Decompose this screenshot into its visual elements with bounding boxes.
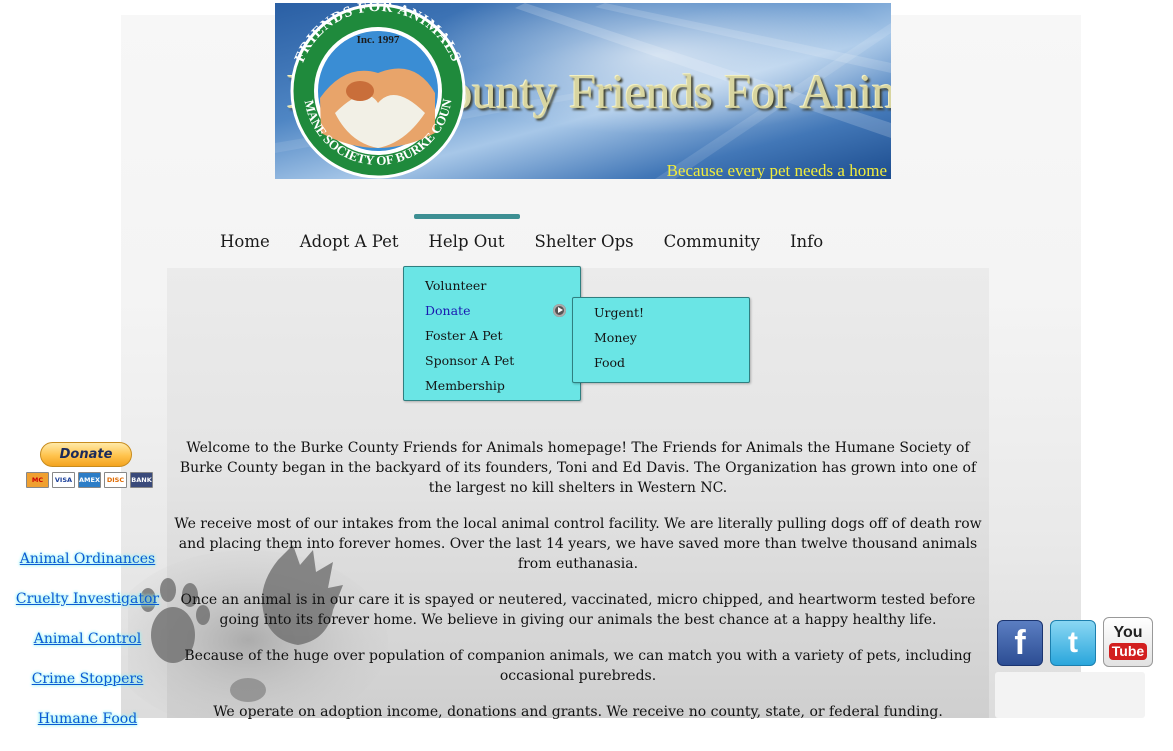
menu-item-sponsor-a-pet[interactable]: Sponsor A Pet [404,348,580,373]
link-animal-control[interactable]: Animal Control [0,631,175,671]
link-animal-ordinances[interactable]: Animal Ordinances [0,551,175,591]
menu-item-donate-label: Donate [425,303,471,318]
submenu-item-urgent[interactable]: Urgent! [573,300,749,325]
nav-shelter-ops[interactable]: Shelter Ops [520,214,649,259]
intro-paragraph: Welcome to the Burke County Friends for … [179,440,977,496]
sidebar-links: Animal Ordinances Cruelty Investigator A… [0,551,175,751]
nav-help-out[interactable]: Help Out [413,214,520,259]
paypal-donate-button[interactable]: Donate [40,442,132,467]
payment-cards: MC VISA AMEX DISC BANK [26,472,153,488]
submenu-arrow-icon [553,304,566,317]
twitter-icon[interactable]: t [1050,620,1096,666]
care-paragraph: Once an animal is in our care it is spay… [180,592,976,628]
youtube-tube-text: Tube [1108,642,1148,660]
menu-item-volunteer[interactable]: Volunteer [404,273,580,298]
link-humane-food[interactable]: Humane Food [0,711,175,751]
nav-community[interactable]: Community [649,214,775,259]
youtube-you-text: You [1113,623,1143,641]
nav-adopt-a-pet[interactable]: Adopt A Pet [285,214,414,259]
menu-item-foster-a-pet[interactable]: Foster A Pet [404,323,580,348]
variety-paragraph: Because of the huge over population of c… [184,648,972,684]
humane-society-seal-logo: FRIENDS FOR ANIMALS HUMANE SOCIETY OF BU… [275,3,466,179]
submenu-item-money[interactable]: Money [573,325,749,350]
menu-item-membership[interactable]: Membership [404,373,580,398]
help-out-dropdown: Volunteer Donate Foster A Pet Sponsor A … [403,266,581,401]
social-links: f t You Tube [997,617,1153,667]
main-content: Welcome to the Burke County Friends for … [168,438,988,738]
banner-tagline: Because every pet needs a home [666,161,887,179]
submenu-item-food[interactable]: Food [573,350,749,375]
donate-submenu: Urgent! Money Food [572,297,750,383]
bank-icon: BANK [130,472,153,488]
seal-year: Inc. 1997 [357,34,400,46]
site-banner[interactable]: Burke County Friends For Animals FRIENDS… [275,3,891,179]
main-nav: Home Adopt A Pet Help Out Shelter Ops Co… [205,214,838,259]
nav-info[interactable]: Info [775,214,838,259]
menu-item-donate[interactable]: Donate [404,298,580,323]
discover-icon: DISC [104,472,127,488]
visa-icon: VISA [52,472,75,488]
mastercard-icon: MC [26,472,49,488]
link-crime-stoppers[interactable]: Crime Stoppers [0,671,175,711]
facebook-icon[interactable]: f [997,620,1043,666]
funding-paragraph: We operate on adoption income, donations… [213,704,943,720]
intakes-paragraph: We receive most of our intakes from the … [174,516,982,572]
widget-placeholder [995,672,1145,718]
link-cruelty-investigator[interactable]: Cruelty Investigator [0,591,175,631]
nav-home[interactable]: Home [205,214,285,259]
amex-icon: AMEX [78,472,101,488]
youtube-icon[interactable]: You Tube [1103,617,1153,667]
